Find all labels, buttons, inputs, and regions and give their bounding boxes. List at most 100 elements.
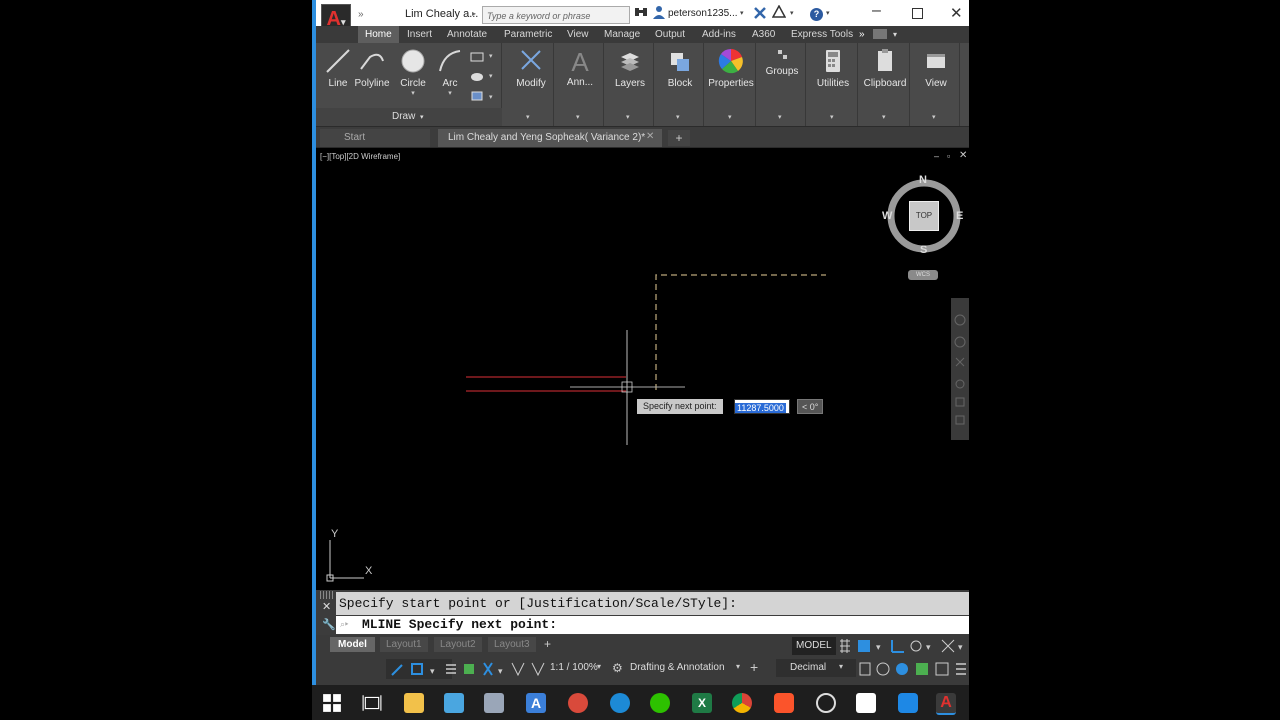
command-close-icon[interactable]: ✕ xyxy=(322,600,331,613)
hatch-icon[interactable] xyxy=(470,69,484,87)
capcut-icon[interactable] xyxy=(856,693,876,713)
annotation-scale-dropdown-icon[interactable]: ▾ xyxy=(597,662,601,671)
rectangle-icon[interactable] xyxy=(470,49,484,67)
ribbon-minimize-icon[interactable] xyxy=(873,29,887,39)
tab-parametric[interactable]: Parametric xyxy=(504,26,552,43)
annotation-scale[interactable]: 1:1 / 100% xyxy=(550,662,598,673)
task-view-icon[interactable] xyxy=(362,693,382,713)
search-expand-icon[interactable]: ▸ xyxy=(472,9,476,18)
utilities-dropdown-icon[interactable]: ▾ xyxy=(830,113,834,121)
groups-dropdown-icon[interactable]: ▾ xyxy=(778,113,782,121)
draw-panel-footer[interactable]: Draw ▾ xyxy=(316,108,502,126)
layers-dropdown-icon[interactable]: ▾ xyxy=(626,113,630,121)
view-panel[interactable]: View ▾ xyxy=(912,43,960,126)
customize-wrench-icon[interactable]: 🔧 xyxy=(322,618,336,631)
add-layout-button[interactable]: + xyxy=(544,637,551,652)
help-dropdown-icon[interactable]: ▾ xyxy=(826,9,830,17)
exchange-apps-icon[interactable] xyxy=(753,6,767,23)
status-toggles-right[interactable] xyxy=(858,660,969,678)
polyline-button[interactable]: Polyline xyxy=(352,47,392,89)
tab-start[interactable]: Start xyxy=(320,129,430,147)
clipboard-dropdown-icon[interactable]: ▾ xyxy=(882,113,886,121)
tab-annotate[interactable]: Annotate xyxy=(447,26,487,43)
app-icon-generic[interactable] xyxy=(484,693,504,713)
tab-model[interactable]: Model xyxy=(330,637,375,652)
wechat-icon[interactable] xyxy=(650,693,670,713)
file-explorer-icon[interactable] xyxy=(404,693,424,713)
circle-button[interactable]: Circle ▾ xyxy=(396,47,430,97)
ribbon-options-icon[interactable]: ▾ xyxy=(893,26,897,43)
annotation-dropdown-icon[interactable]: ▾ xyxy=(576,113,580,121)
command-grip-icon[interactable] xyxy=(320,591,334,599)
webcam-icon[interactable] xyxy=(898,693,918,713)
autocad-blue-icon[interactable]: A xyxy=(526,693,546,713)
obs-icon[interactable] xyxy=(816,693,836,713)
close-tab-icon[interactable]: ✕ xyxy=(646,131,654,142)
block-panel[interactable]: Block ▾ xyxy=(656,43,704,126)
draw-panel-expand-icon[interactable]: ▾ xyxy=(420,113,424,121)
new-tab-button[interactable]: + xyxy=(668,130,690,146)
help-icon[interactable]: ? xyxy=(810,8,823,21)
paint-icon[interactable] xyxy=(568,693,588,713)
excel-icon[interactable]: X xyxy=(692,693,712,713)
a360-dropdown-icon[interactable]: ▾ xyxy=(790,9,794,17)
status-toggles-top[interactable]: ▾ ▾ ▾ xyxy=(838,638,968,654)
block-dropdown-icon[interactable]: ▾ xyxy=(676,113,680,121)
tab-home[interactable]: Home xyxy=(358,26,399,43)
workspace-gear-icon[interactable]: ⚙ xyxy=(612,661,623,675)
more-tabs-icon[interactable]: » xyxy=(859,26,865,43)
search-input[interactable]: Type a keyword or phrase xyxy=(482,6,630,24)
edge-icon[interactable] xyxy=(610,693,630,713)
tab-layout3[interactable]: Layout3 xyxy=(488,637,536,652)
status-toggles-middle[interactable]: ▾ xyxy=(442,659,546,679)
line-button[interactable]: Line xyxy=(322,47,354,89)
tab-layout2[interactable]: Layout2 xyxy=(434,637,482,652)
dynamic-input-angle[interactable]: < 0° xyxy=(797,399,824,414)
binoculars-icon[interactable] xyxy=(634,5,648,22)
workspace-dropdown-icon[interactable]: ▾ xyxy=(736,662,740,671)
tab-add-ins[interactable]: Add-ins xyxy=(702,26,736,43)
model-space-button[interactable]: MODEL xyxy=(792,637,836,655)
windows-start-icon[interactable] xyxy=(322,693,342,713)
tab-a360[interactable]: A360 xyxy=(752,26,775,43)
properties-dropdown-icon[interactable]: ▾ xyxy=(728,113,732,121)
utilities-panel[interactable]: Utilities ▾ xyxy=(808,43,858,126)
chrome-icon[interactable] xyxy=(732,693,752,713)
annotation-monitor-icon[interactable]: + xyxy=(750,659,758,675)
clipboard-panel[interactable]: Clipboard ▾ xyxy=(860,43,910,126)
tab-active-drawing[interactable]: Lim Chealy and Yeng Sopheak( Variance 2)… xyxy=(438,129,662,147)
arc-button[interactable]: Arc ▾ xyxy=(436,47,464,97)
minimize-button[interactable]: – xyxy=(872,2,881,20)
tab-express-tools[interactable]: Express Tools xyxy=(791,26,853,43)
tab-layout1[interactable]: Layout1 xyxy=(380,637,428,652)
rectangle-dropdown-icon[interactable]: ▾ xyxy=(489,52,493,60)
hatch-dropdown-icon[interactable]: ▾ xyxy=(489,72,493,80)
properties-panel[interactable]: Properties ▾ xyxy=(706,43,756,126)
modify-dropdown-icon[interactable]: ▾ xyxy=(526,113,530,121)
groups-panel[interactable]: Groups ▾ xyxy=(758,43,806,126)
layers-panel[interactable]: Layers ▾ xyxy=(606,43,654,126)
close-window-button[interactable]: ✕ xyxy=(950,4,963,22)
units-select[interactable]: Decimal xyxy=(776,659,856,677)
quick-access-overflow-icon[interactable]: » xyxy=(358,9,364,20)
arc-dropdown-icon[interactable]: ▾ xyxy=(436,89,464,97)
tab-output[interactable]: Output xyxy=(655,26,685,43)
dynamic-input-field[interactable]: 11287.5000 xyxy=(734,399,790,414)
region-dropdown-icon[interactable]: ▾ xyxy=(489,93,493,101)
tab-insert[interactable]: Insert xyxy=(407,26,432,43)
command-input[interactable]: ⌕▸ MLINE Specify next point: xyxy=(336,616,969,634)
tab-view[interactable]: View xyxy=(567,26,589,43)
drawing-canvas[interactable]: [−][Top][2D Wireframe] – ▫ ✕ N S E W TOP… xyxy=(316,148,969,590)
annotation-panel[interactable]: A Ann... ▾ xyxy=(556,43,604,126)
modify-panel[interactable]: Modify ▾ xyxy=(506,43,554,126)
autocad-taskbar-icon[interactable]: A xyxy=(936,693,956,715)
circle-dropdown-icon[interactable]: ▾ xyxy=(396,89,430,97)
tab-manage[interactable]: Manage xyxy=(604,26,640,43)
view-dropdown-icon[interactable]: ▾ xyxy=(932,113,936,121)
region-icon[interactable] xyxy=(470,89,484,107)
workspace-switch[interactable]: Drafting & Annotation xyxy=(630,662,725,673)
brave-icon[interactable] xyxy=(774,693,794,713)
units-dropdown-icon[interactable]: ▾ xyxy=(839,662,843,671)
mail-icon[interactable] xyxy=(444,693,464,713)
user-name[interactable]: peterson1235... xyxy=(668,8,738,19)
